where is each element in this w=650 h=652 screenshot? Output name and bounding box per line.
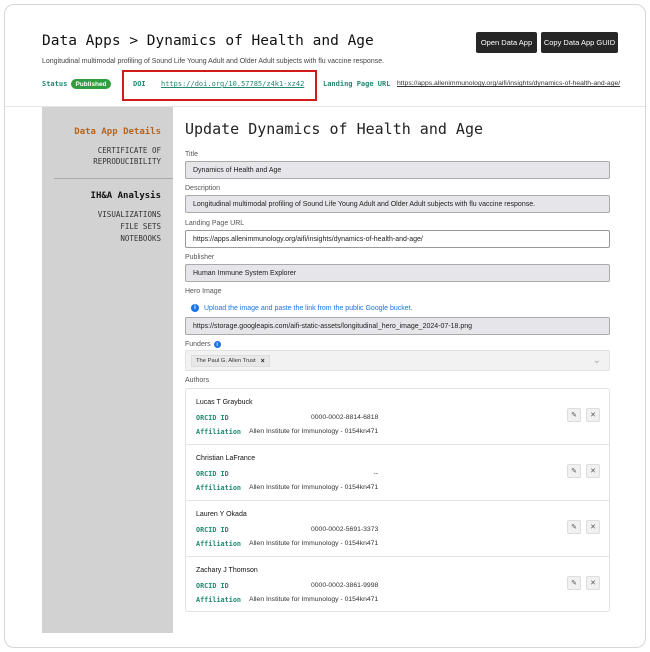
- author-name: Christian LaFrance: [196, 455, 256, 462]
- funder-tag-label: The Paul G. Allen Trust: [196, 358, 256, 364]
- info-icon: i: [191, 304, 199, 312]
- pencil-icon: ✎: [571, 524, 577, 531]
- hero-image-hint-text: Upload the image and paste the link from…: [204, 304, 413, 312]
- sidebar-item-file-sets[interactable]: FILE SETS: [120, 221, 161, 232]
- pencil-icon: ✎: [571, 412, 577, 419]
- sidebar-iha-analysis[interactable]: IH&A Analysis: [91, 191, 161, 201]
- orcid-value: 0000-0002-3861-9998: [311, 582, 379, 589]
- funder-tag: The Paul G. Allen Trust ×: [191, 355, 270, 367]
- page-subtitle: Longitudinal multimodal profiling of Sou…: [42, 58, 385, 65]
- orcid-label: ORCID ID: [196, 470, 229, 478]
- landing-page-link[interactable]: https://apps.allenimmunology.org/aifi/in…: [397, 80, 620, 87]
- hero-image-label: Hero Image: [185, 288, 222, 295]
- sidebar-item-notebooks[interactable]: NOTEBOOKS: [120, 233, 161, 244]
- hero-image-hint: i Upload the image and paste the link fr…: [191, 304, 413, 312]
- orcid-label: ORCID ID: [196, 526, 229, 534]
- author-name: Lucas T Graybuck: [196, 399, 253, 406]
- funders-label: Funders i: [185, 341, 221, 348]
- breadcrumb-separator: >: [129, 33, 139, 49]
- orcid-value: 0000-0002-8814-6818: [311, 414, 379, 421]
- breadcrumb-current: Dynamics of Health and Age: [146, 33, 374, 49]
- copy-guid-button[interactable]: Copy Data App GUID: [541, 32, 618, 53]
- publisher-label: Publisher: [185, 254, 215, 261]
- sidebar-data-app-details[interactable]: Data App Details: [74, 127, 161, 137]
- author-name: Lauren Y Okada: [196, 511, 247, 518]
- landing-url-label: Landing Page URL: [185, 220, 245, 227]
- affiliation-value: Allen Institute for Immunology - 0154kn4…: [249, 596, 379, 603]
- orcid-label: ORCID ID: [196, 582, 229, 590]
- certificate-line-2: REPRODUCIBILITY: [93, 157, 161, 166]
- remove-tag-icon[interactable]: ×: [261, 358, 265, 365]
- publisher-field[interactable]: Human Immune System Explorer: [185, 264, 610, 282]
- affiliation-value: Allen Institute for Immunology - 0154kn4…: [249, 540, 379, 547]
- authors-list: Lucas T Graybuck ORCID ID 0000-0002-8814…: [185, 388, 610, 612]
- affiliation-label: Affiliation: [196, 484, 242, 492]
- remove-author-button[interactable]: ✕: [586, 464, 600, 478]
- sidebar: Data App Details CERTIFICATE OF REPRODUC…: [42, 107, 173, 633]
- sidebar-item-visualizations[interactable]: VISUALIZATIONS: [98, 209, 161, 220]
- orcid-label: ORCID ID: [196, 414, 229, 422]
- affiliation-value: Allen Institute for Immunology - 0154kn4…: [249, 428, 379, 435]
- author-card: Christian LaFrance ORCID ID -- Affiliati…: [186, 445, 609, 501]
- orcid-value: --: [373, 470, 378, 477]
- remove-author-button[interactable]: ✕: [586, 576, 600, 590]
- edit-author-button[interactable]: ✎: [567, 576, 581, 590]
- page-title: Update Dynamics of Health and Age: [185, 120, 484, 138]
- affiliation-value: Allen Institute for Immunology - 0154kn4…: [249, 484, 379, 491]
- status-badge: Published: [71, 79, 111, 89]
- hero-image-field[interactable]: https://storage.googleapis.com/aifi-stat…: [185, 317, 610, 335]
- edit-author-button[interactable]: ✎: [567, 408, 581, 422]
- affiliation-label: Affiliation: [196, 540, 242, 548]
- author-card: Lucas T Graybuck ORCID ID 0000-0002-8814…: [186, 389, 609, 445]
- sidebar-divider: [54, 178, 173, 179]
- pencil-icon: ✎: [571, 580, 577, 587]
- author-name: Zachary J Thomson: [196, 567, 258, 574]
- edit-author-button[interactable]: ✎: [567, 520, 581, 534]
- authors-label: Authors: [185, 377, 210, 384]
- title-field[interactable]: Dynamics of Health and Age: [185, 161, 610, 179]
- author-card: Zachary J Thomson ORCID ID 0000-0002-386…: [186, 557, 609, 613]
- certificate-line-1: CERTIFICATE OF: [97, 146, 161, 155]
- description-label: Description: [185, 185, 221, 192]
- landing-page-label: Landing Page URL: [323, 80, 391, 88]
- funders-label-text: Funders: [185, 341, 211, 348]
- breadcrumb: Data Apps > Dynamics of Health and Age: [42, 33, 374, 49]
- landing-url-field[interactable]: https://apps.allenimmunology.org/aifi/in…: [185, 230, 610, 248]
- description-field[interactable]: Longitudinal multimodal profiling of Sou…: [185, 195, 610, 213]
- chevron-down-icon[interactable]: ⌄: [593, 355, 601, 366]
- pencil-icon: ✎: [571, 468, 577, 475]
- status-label: Status: [42, 80, 68, 88]
- title-label: Title: [185, 151, 198, 158]
- close-icon: ✕: [590, 524, 596, 531]
- breadcrumb-parent[interactable]: Data Apps: [42, 33, 121, 49]
- funders-select[interactable]: The Paul G. Allen Trust × ⌄: [185, 350, 610, 371]
- remove-author-button[interactable]: ✕: [586, 520, 600, 534]
- sidebar-item-certificate[interactable]: CERTIFICATE OF REPRODUCIBILITY: [93, 145, 161, 167]
- doi-highlight-box: [122, 70, 317, 101]
- orcid-value: 0000-0002-5691-3373: [311, 526, 379, 533]
- open-data-app-button[interactable]: Open Data App: [476, 32, 537, 53]
- close-icon: ✕: [590, 412, 596, 419]
- close-icon: ✕: [590, 580, 596, 587]
- app-window: Data Apps > Dynamics of Health and Age L…: [4, 4, 646, 648]
- affiliation-label: Affiliation: [196, 596, 242, 604]
- close-icon: ✕: [590, 468, 596, 475]
- funders-info-icon[interactable]: i: [213, 341, 221, 348]
- edit-author-button[interactable]: ✎: [567, 464, 581, 478]
- remove-author-button[interactable]: ✕: [586, 408, 600, 422]
- author-card: Lauren Y Okada ORCID ID 0000-0002-5691-3…: [186, 501, 609, 557]
- affiliation-label: Affiliation: [196, 428, 242, 436]
